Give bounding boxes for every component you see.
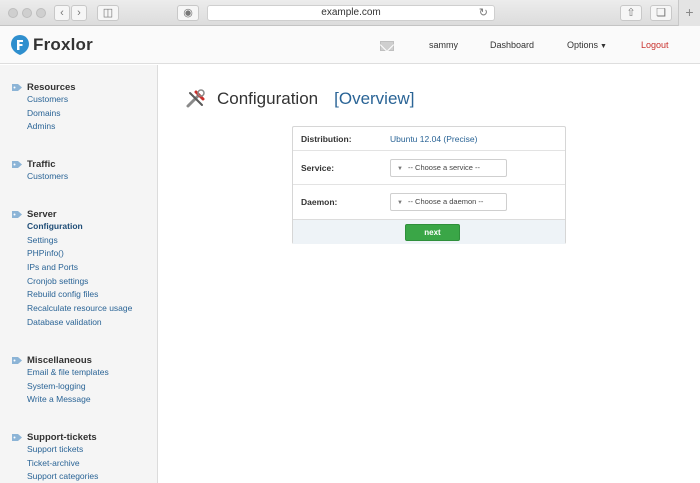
sidebar-item-traffic-customers[interactable]: Customers (27, 170, 68, 184)
next-button[interactable]: next (405, 224, 460, 241)
configuration-form: Distribution: Ubuntu 12.04 (Precise) Ser… (292, 126, 566, 244)
chevron-down-icon: ▼ (397, 200, 403, 206)
app-name: Froxlor (33, 35, 93, 54)
sidebar-item-domains[interactable]: Domains (27, 107, 76, 121)
sidebar-item-cronjob-settings[interactable]: Cronjob settings (27, 275, 132, 289)
sidebar-section-title: Server (27, 208, 57, 220)
sidebar-item-admins[interactable]: Admins (27, 120, 76, 134)
tabs-button[interactable]: ❏ (650, 5, 672, 21)
sidebar-item-ips-and-ports[interactable]: IPs and Ports (27, 261, 132, 275)
minimize-window-button[interactable] (22, 8, 32, 18)
logo[interactable]: Froxlor (10, 34, 93, 56)
distribution-row: Distribution: Ubuntu 12.04 (Precise) (293, 127, 565, 151)
dashboard-link[interactable]: Dashboard (490, 40, 534, 50)
sidebar-item-customers[interactable]: Customers (27, 93, 76, 107)
url-text: example.com (321, 7, 381, 18)
tools-icon (186, 89, 205, 108)
page-title: Configuration (217, 89, 319, 108)
daemon-select[interactable]: ▼ -- Choose a daemon -- (390, 193, 507, 211)
options-label: Options (567, 40, 599, 50)
reload-icon[interactable]: ↻ (479, 6, 488, 20)
sidebar-item-system-logging[interactable]: System-logging (27, 380, 109, 394)
service-select-value: -- Choose a service -- (407, 163, 481, 172)
distribution-value[interactable]: Ubuntu 12.04 (Precise) (390, 134, 477, 144)
daemon-row: Daemon: ▼ -- Choose a daemon -- (293, 185, 565, 219)
sidebar-section-title: Resources (27, 81, 76, 93)
tag-icon (12, 83, 22, 91)
zoom-window-button[interactable] (36, 8, 46, 18)
daemon-select-value: -- Choose a daemon -- (407, 197, 484, 206)
new-tab-button[interactable]: + (678, 0, 700, 26)
caret-down-icon: ▼ (600, 43, 607, 50)
sidebar-item-write-message[interactable]: Write a Message (27, 393, 109, 407)
service-select[interactable]: ▼ -- Choose a service -- (390, 159, 507, 177)
forward-button[interactable]: › (71, 5, 87, 21)
privacy-icon[interactable]: ◉ (177, 5, 199, 21)
username-link[interactable]: sammy (429, 40, 458, 50)
sidebar-item-ticket-archive[interactable]: Ticket-archive (27, 457, 98, 471)
service-label: Service: (301, 163, 335, 173)
sidebar-section-title: Support-tickets (27, 431, 97, 443)
sidebar-section-traffic: Traffic Customers (12, 158, 68, 184)
browser-toolbar: ‹ › ◫ ◉ example.com ↻ ⇧ ❏ + (0, 0, 700, 26)
sidebar-item-support-categories[interactable]: Support categories (27, 470, 98, 483)
sidebar-item-phpinfo[interactable]: PHPinfo() (27, 247, 132, 261)
sidebar-section-title: Traffic (27, 158, 56, 170)
form-footer: next (293, 219, 565, 244)
service-row: Service: ▼ -- Choose a service -- (293, 151, 565, 185)
sidebar-toggle-button[interactable]: ◫ (97, 5, 119, 21)
sidebar-item-recalculate-usage[interactable]: Recalculate resource usage (27, 302, 132, 316)
close-window-button[interactable] (8, 8, 18, 18)
tag-icon (12, 210, 22, 218)
chevron-down-icon: ▼ (397, 166, 403, 172)
sidebar-item-database-validation[interactable]: Database validation (27, 316, 132, 330)
address-bar[interactable]: example.com ↻ (207, 5, 495, 21)
tag-icon (12, 356, 22, 364)
options-menu[interactable]: Options ▼ (567, 40, 607, 50)
sidebar-section-miscellaneous: Miscellaneous Email & file templates Sys… (12, 354, 109, 407)
distribution-label: Distribution: (301, 134, 352, 144)
sidebar-section-server: Server Configuration Settings PHPinfo() … (12, 208, 132, 330)
tag-icon (12, 160, 22, 168)
mail-icon[interactable] (380, 41, 394, 51)
daemon-label: Daemon: (301, 197, 338, 207)
tag-icon (12, 433, 22, 441)
overview-link[interactable]: [Overview] (334, 89, 414, 109)
share-button[interactable]: ⇧ (620, 5, 642, 21)
back-button[interactable]: ‹ (54, 5, 70, 21)
sidebar-section-support-tickets: Support-tickets Support tickets Ticket-a… (12, 431, 98, 483)
page-header: Configuration [Overview] (185, 88, 414, 110)
sidebar-item-settings[interactable]: Settings (27, 234, 132, 248)
sidebar: Resources Customers Domains Admins Traff… (0, 65, 158, 483)
sidebar-section-resources: Resources Customers Domains Admins (12, 81, 76, 134)
sidebar-item-support-tickets[interactable]: Support tickets (27, 443, 98, 457)
logout-link[interactable]: Logout (641, 40, 669, 50)
sidebar-section-title: Miscellaneous (27, 354, 92, 366)
app-header: Froxlor sammy Dashboard Options ▼ Logout (0, 26, 700, 64)
froxlor-logo-icon (11, 35, 29, 55)
sidebar-item-templates[interactable]: Email & file templates (27, 366, 109, 380)
sidebar-item-configuration[interactable]: Configuration (27, 220, 132, 234)
sidebar-item-rebuild-config[interactable]: Rebuild config files (27, 288, 132, 302)
